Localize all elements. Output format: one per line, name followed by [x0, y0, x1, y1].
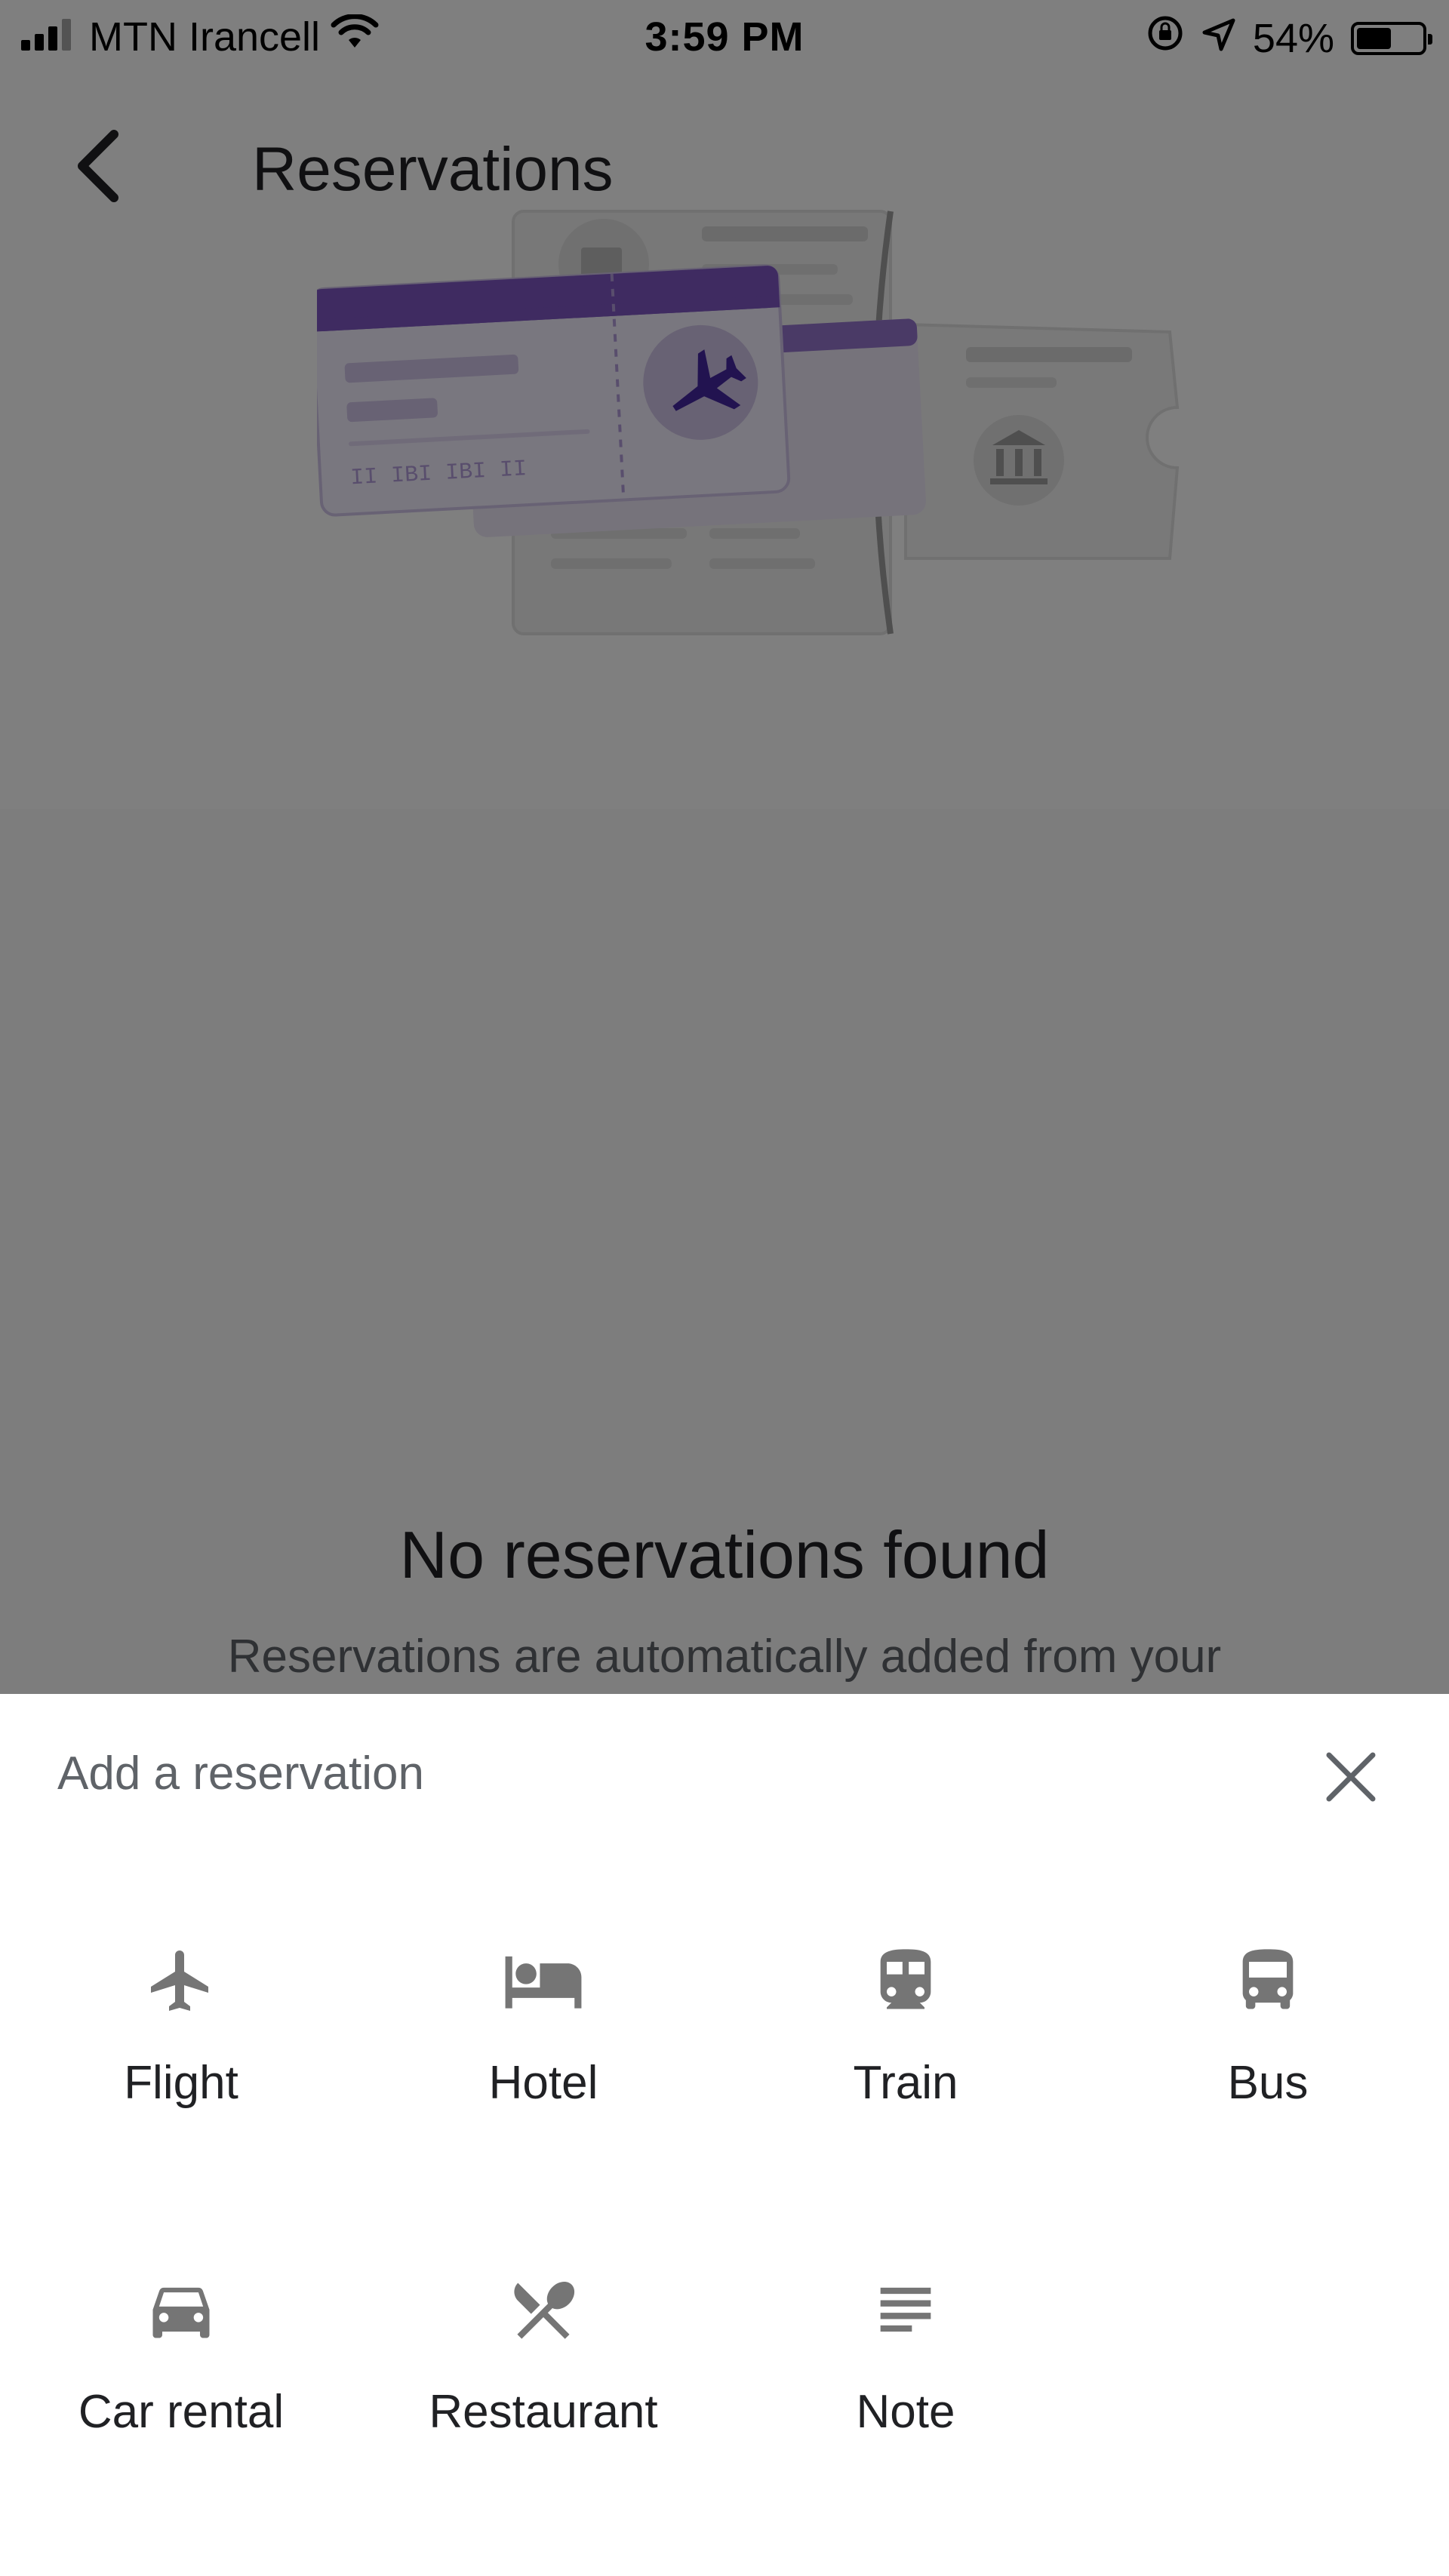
sheet-title: Add a reservation	[57, 1748, 424, 1800]
location-arrow-icon	[1201, 15, 1236, 62]
chevron-left-icon	[78, 130, 118, 202]
reservations-illustration: II IBI IBI II	[309, 181, 1208, 664]
option-label: Hotel	[488, 2057, 598, 2109]
option-label: Flight	[124, 2057, 238, 2109]
option-train[interactable]: Train	[724, 1928, 1087, 2199]
battery-icon	[1351, 21, 1432, 55]
option-hotel[interactable]: Hotel	[362, 1928, 724, 2199]
option-label: Car rental	[78, 2386, 285, 2438]
option-label: Train	[853, 2057, 958, 2109]
empty-state-title: No reservations found	[399, 1517, 1050, 1592]
bed-icon	[491, 1928, 596, 2033]
option-note[interactable]: Note	[724, 2257, 1087, 2528]
rotation-lock-icon	[1146, 14, 1185, 63]
option-label: Restaurant	[429, 2386, 658, 2438]
battery-percent: 54%	[1252, 15, 1334, 61]
note-icon	[853, 2257, 958, 2362]
airplane-icon	[128, 1928, 234, 2033]
option-car-rental[interactable]: Car rental	[0, 2257, 362, 2528]
back-button[interactable]	[53, 121, 143, 211]
option-label: Bus	[1227, 2057, 1309, 2109]
museum-ticket-illustration	[904, 322, 1180, 560]
bus-icon	[1215, 1928, 1321, 2033]
empty-state-description: Reservations are automatically added fro…	[227, 1631, 1222, 1683]
option-flight[interactable]: Flight	[0, 1928, 362, 2199]
option-restaurant[interactable]: Restaurant	[362, 2257, 724, 2528]
option-label: Note	[856, 2386, 955, 2438]
reservations-screen: MTN Irancell 3:59 PM 54% Reservations II…	[0, 0, 1449, 1694]
close-button[interactable]	[1306, 1732, 1396, 1822]
close-icon	[1326, 1752, 1376, 1802]
restaurant-icon	[491, 2257, 596, 2362]
train-icon	[853, 1928, 958, 2033]
car-icon	[128, 2257, 234, 2362]
status-bar: MTN Irancell 3:59 PM 54%	[0, 0, 1449, 75]
add-reservation-sheet: Add a reservation Flight Hotel Train Bus…	[0, 1694, 1449, 2576]
option-bus[interactable]: Bus	[1087, 1928, 1449, 2199]
